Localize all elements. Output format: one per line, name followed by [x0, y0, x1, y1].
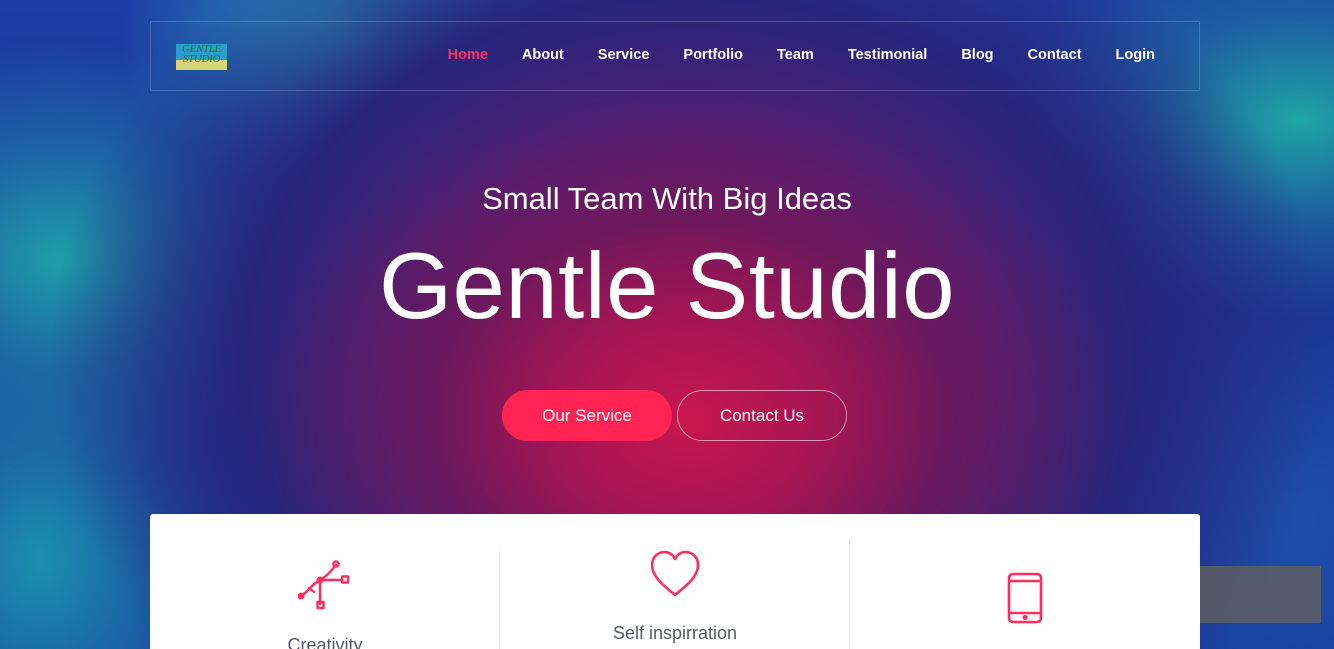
nav-item-portfolio[interactable]: Portfolio	[683, 47, 743, 63]
mobile-phone-icon	[1007, 572, 1043, 629]
contact-us-button[interactable]: Contact Us	[677, 390, 847, 441]
nav-item-home[interactable]: Home	[448, 47, 488, 63]
nav-item-about[interactable]: About	[522, 47, 564, 63]
nav-item-blog[interactable]: Blog	[961, 47, 993, 63]
hero-title: Gentle Studio	[378, 233, 956, 338]
heart-icon	[649, 550, 701, 603]
our-service-button[interactable]: Our Service	[502, 390, 672, 441]
logo-text: GENTLE STUDIO	[181, 44, 222, 65]
nav-item-login[interactable]: Login	[1116, 47, 1155, 63]
feature-mobile	[850, 514, 1200, 649]
nav-item-service[interactable]: Service	[598, 47, 650, 63]
feature-label: Self inspirration	[612, 623, 738, 643]
hero-tagline: Small Team With Big Ideas	[482, 181, 852, 216]
vector-path-icon	[297, 560, 352, 617]
nav-item-contact[interactable]: Contact	[1028, 47, 1082, 63]
floating-widget[interactable]	[1200, 566, 1321, 623]
navbar: GENTLE STUDIO Home About Service Portfol…	[150, 21, 1200, 91]
nav-item-team[interactable]: Team	[777, 47, 814, 63]
logo[interactable]: GENTLE STUDIO	[176, 44, 227, 70]
feature-creativity: Creativity	[150, 514, 500, 649]
nav-menu: Home About Service Portfolio Team Testim…	[414, 47, 1155, 63]
nav-item-testimonial[interactable]: Testimonial	[848, 47, 928, 63]
features-panel: Creativity Self inspirration	[150, 514, 1200, 649]
feature-self-inspiration: Self inspirration	[500, 514, 850, 649]
feature-label: Creativity	[287, 635, 363, 649]
